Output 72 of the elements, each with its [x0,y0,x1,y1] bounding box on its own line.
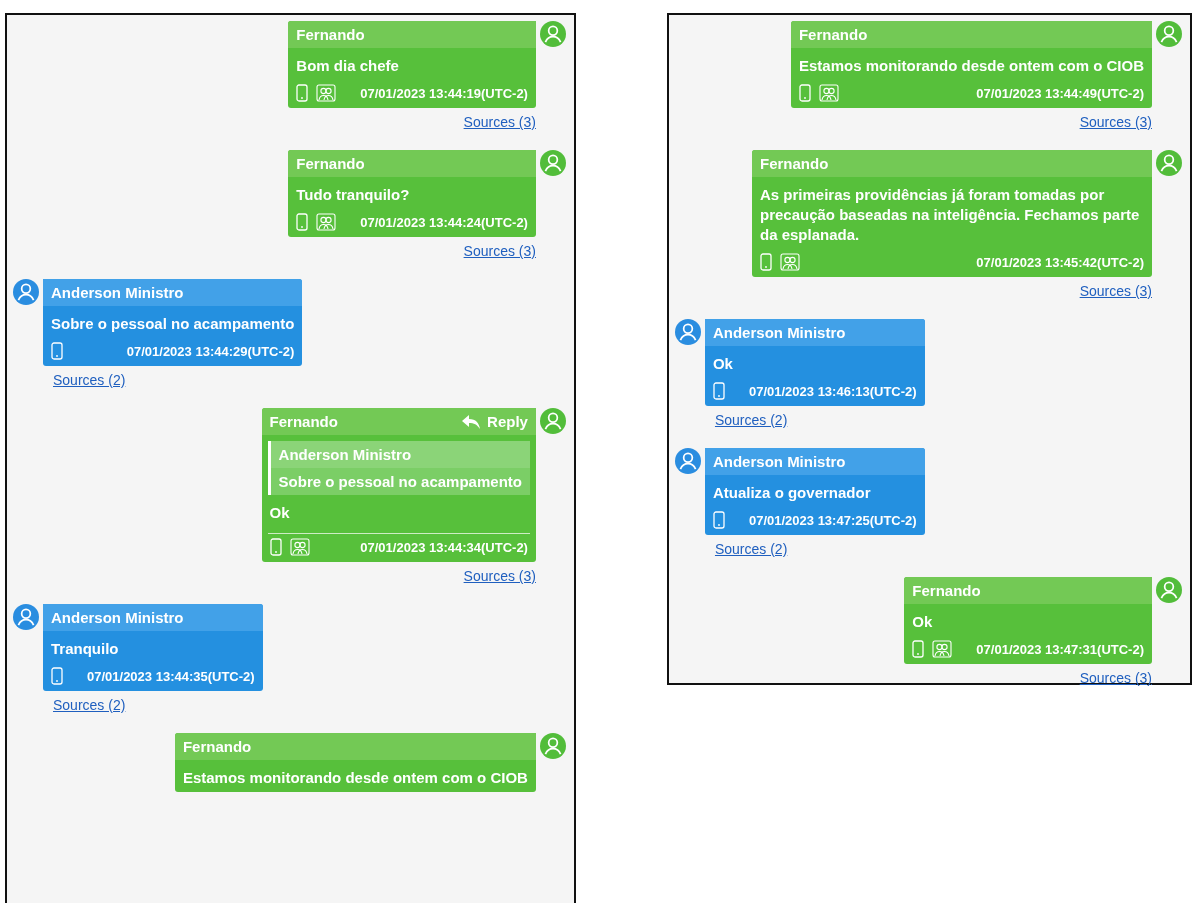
message-text: Bom dia chefe [295,56,400,76]
sources-link[interactable]: Sources (2) [53,372,126,388]
message-text: Ok [911,612,934,632]
message-timestamp: 07/01/2023 13:47:31(UTC-2) [975,641,1144,657]
group-icon [818,84,839,102]
group-icon [289,538,310,556]
reply-icon [461,413,482,430]
phone-icon [296,84,309,102]
sender-name: Fernando [760,155,829,172]
message-text: Sobre o pessoal no acampamento [50,314,296,334]
message-timestamp: 07/01/2023 13:44:24(UTC-2) [359,214,528,230]
sender-name: Fernando [296,155,365,172]
avatar-icon [1156,150,1182,176]
message-text: Atualiza o governador [711,483,872,503]
sender-name: Fernando [182,738,252,755]
phone-icon [798,84,811,102]
avatar-icon [13,279,39,305]
message-text: Estamos monitorando desde ontem com o CIOB [181,768,529,788]
avatar-icon [674,319,701,345]
sender-name: Fernando [912,582,981,599]
message-timestamp: 07/01/2023 13:47:25(UTC-2) [747,512,917,528]
message-timestamp: 07/01/2023 13:44:19(UTC-2) [359,85,528,101]
sender-name: Anderson Ministro [712,453,846,470]
sources-link[interactable]: Sources (3) [1079,114,1152,130]
message-text: Ok [711,354,734,374]
message-timestamp: 07/01/2023 13:45:42(UTC-2) [975,254,1144,270]
sources-link[interactable]: Sources (3) [463,568,536,584]
avatar-icon [539,733,566,759]
message-text: As primeiras providências já foram tomadas por precaução baseadas na inteligência. Fechamos parte da esplanada. [759,185,1141,245]
sender-name: Anderson Ministro [712,324,846,341]
sources-link[interactable]: Sources (3) [1079,670,1152,686]
sender-name: Anderson Ministro [51,609,184,626]
phone-icon [269,538,282,556]
group-icon [780,253,800,271]
sources-link[interactable]: Sources (2) [714,541,788,557]
quoted-text: Sobre o pessoal no acampamento [277,472,523,492]
sources-link[interactable]: Sources (2) [53,697,126,713]
message-timestamp: 07/01/2023 13:44:34(UTC-2) [359,539,528,555]
message-text: Tudo tranquilo? [295,185,411,205]
message-text: Estamos monitorando desde ontem com o CIOB [797,56,1145,76]
avatar-icon [539,21,566,47]
avatar-icon [539,408,566,434]
sender-name: Fernando [798,26,868,43]
quoted-sender: Anderson Ministro [270,441,530,468]
group-icon [316,84,337,102]
avatar-icon [674,448,701,474]
message-text: Tranquilo [50,639,120,659]
avatar-icon [13,604,39,630]
sources-link[interactable]: Sources (3) [463,114,536,130]
group-icon [932,640,953,658]
message-text: Ok [268,503,291,523]
phone-icon [712,511,725,529]
avatar-icon [1156,21,1182,47]
sender-name: Fernando [269,413,338,430]
message-timestamp: 07/01/2023 13:44:35(UTC-2) [86,668,255,684]
phone-icon [296,213,309,231]
phone-icon [760,253,772,271]
sender-name: Anderson Ministro [51,284,184,301]
message-timestamp: 07/01/2023 13:46:13(UTC-2) [747,383,917,399]
sources-link[interactable]: Sources (3) [1079,283,1152,299]
sender-name: Fernando [296,26,365,43]
message-timestamp: 07/01/2023 13:44:49(UTC-2) [975,85,1144,101]
phone-icon [51,342,63,360]
avatar-icon [539,150,566,176]
group-icon [316,213,337,231]
message-timestamp: 07/01/2023 13:44:29(UTC-2) [125,343,295,359]
phone-icon [51,667,63,685]
phone-icon [912,640,925,658]
sources-link[interactable]: Sources (2) [714,412,788,428]
sources-link[interactable]: Sources (3) [463,243,536,259]
phone-icon [712,382,725,400]
avatar-icon [1156,577,1182,603]
